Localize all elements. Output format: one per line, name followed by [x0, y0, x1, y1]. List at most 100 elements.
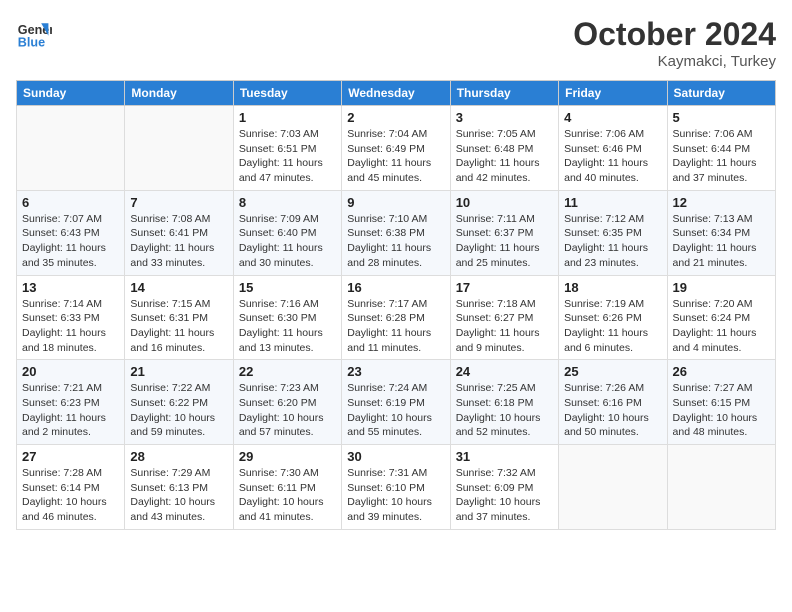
calendar-cell: 3 Sunrise: 7:05 AM Sunset: 6:48 PM Daylig…	[450, 106, 558, 191]
day-info: Sunrise: 7:08 AM Sunset: 6:41 PM Dayligh…	[130, 212, 227, 271]
calendar-cell: 21 Sunrise: 7:22 AM Sunset: 6:22 PM Dayli…	[125, 360, 233, 445]
calendar-cell: 25Sunrise: 7:26 AM Sunset: 6:16 PM Dayli…	[559, 360, 667, 445]
day-info: Sunrise: 7:19 AM Sunset: 6:26 PM Dayligh…	[564, 297, 661, 356]
calendar-week-row: 27 Sunrise: 7:28 AM Sunset: 6:14 PM Dayli…	[17, 445, 776, 530]
day-number: 20	[22, 364, 119, 379]
weekday-header-wednesday: Wednesday	[342, 81, 450, 106]
calendar-week-row: 20 Sunrise: 7:21 AM Sunset: 6:23 PM Dayli…	[17, 360, 776, 445]
calendar-cell: 27 Sunrise: 7:28 AM Sunset: 6:14 PM Dayli…	[17, 445, 125, 530]
day-info: Sunrise: 7:16 AM Sunset: 6:30 PM Dayligh…	[239, 297, 336, 356]
title-block: October 2024 Kaymakci, Turkey	[573, 16, 776, 70]
day-info: Sunrise: 7:07 AM Sunset: 6:43 PM Dayligh…	[22, 212, 119, 271]
day-info: Sunrise: 7:20 AM Sunset: 6:24 PM Dayligh…	[673, 297, 770, 356]
day-number: 23	[347, 364, 444, 379]
day-info: Sunrise: 7:27 AM Sunset: 6:15 PM Dayligh…	[673, 381, 770, 440]
calendar-cell: 4 Sunrise: 7:06 AM Sunset: 6:46 PM Daylig…	[559, 106, 667, 191]
calendar-cell: 29 Sunrise: 7:30 AM Sunset: 6:11 PM Dayli…	[233, 445, 341, 530]
day-info: Sunrise: 7:30 AM Sunset: 6:11 PM Dayligh…	[239, 466, 336, 525]
calendar-cell: 7 Sunrise: 7:08 AM Sunset: 6:41 PM Daylig…	[125, 190, 233, 275]
day-number: 2	[347, 110, 444, 125]
calendar-cell: 22 Sunrise: 7:23 AM Sunset: 6:20 PM Dayli…	[233, 360, 341, 445]
day-info: Sunrise: 7:17 AM Sunset: 6:28 PM Dayligh…	[347, 297, 444, 356]
calendar-cell: 15 Sunrise: 7:16 AM Sunset: 6:30 PM Dayli…	[233, 275, 341, 360]
calendar-cell: 1 Sunrise: 7:03 AM Sunset: 6:51 PM Daylig…	[233, 106, 341, 191]
weekday-header-row: SundayMondayTuesdayWednesdayThursdayFrid…	[17, 81, 776, 106]
day-info: Sunrise: 7:04 AM Sunset: 6:49 PM Dayligh…	[347, 127, 444, 186]
calendar-cell: 23 Sunrise: 7:24 AM Sunset: 6:19 PM Dayli…	[342, 360, 450, 445]
month-title: October 2024	[573, 16, 776, 53]
weekday-header-friday: Friday	[559, 81, 667, 106]
calendar-cell	[17, 106, 125, 191]
calendar-cell: 12 Sunrise: 7:13 AM Sunset: 6:34 PM Dayli…	[667, 190, 775, 275]
day-number: 9	[347, 195, 444, 210]
weekday-header-sunday: Sunday	[17, 81, 125, 106]
day-number: 6	[22, 195, 119, 210]
calendar-cell: 11Sunrise: 7:12 AM Sunset: 6:35 PM Dayli…	[559, 190, 667, 275]
calendar-cell: 26Sunrise: 7:27 AM Sunset: 6:15 PM Dayli…	[667, 360, 775, 445]
day-info: Sunrise: 7:32 AM Sunset: 6:09 PM Dayligh…	[456, 466, 553, 525]
day-info: Sunrise: 7:12 AM Sunset: 6:35 PM Dayligh…	[564, 212, 661, 271]
day-number: 1	[239, 110, 336, 125]
day-number: 27	[22, 449, 119, 464]
day-info: Sunrise: 7:06 AM Sunset: 6:46 PM Dayligh…	[564, 127, 661, 186]
weekday-header-thursday: Thursday	[450, 81, 558, 106]
weekday-header-monday: Monday	[125, 81, 233, 106]
day-info: Sunrise: 7:13 AM Sunset: 6:34 PM Dayligh…	[673, 212, 770, 271]
day-info: Sunrise: 7:21 AM Sunset: 6:23 PM Dayligh…	[22, 381, 119, 440]
day-number: 31	[456, 449, 553, 464]
calendar-cell: 13Sunrise: 7:14 AM Sunset: 6:33 PM Dayli…	[17, 275, 125, 360]
day-info: Sunrise: 7:18 AM Sunset: 6:27 PM Dayligh…	[456, 297, 553, 356]
logo-icon: General Blue	[16, 16, 52, 52]
day-info: Sunrise: 7:23 AM Sunset: 6:20 PM Dayligh…	[239, 381, 336, 440]
calendar-cell: 16 Sunrise: 7:17 AM Sunset: 6:28 PM Dayli…	[342, 275, 450, 360]
day-info: Sunrise: 7:28 AM Sunset: 6:14 PM Dayligh…	[22, 466, 119, 525]
day-number: 10	[456, 195, 553, 210]
day-info: Sunrise: 7:24 AM Sunset: 6:19 PM Dayligh…	[347, 381, 444, 440]
calendar-cell: 9 Sunrise: 7:10 AM Sunset: 6:38 PM Daylig…	[342, 190, 450, 275]
calendar-cell	[667, 445, 775, 530]
calendar-cell: 18 Sunrise: 7:19 AM Sunset: 6:26 PM Dayli…	[559, 275, 667, 360]
calendar-cell: 19Sunrise: 7:20 AM Sunset: 6:24 PM Dayli…	[667, 275, 775, 360]
calendar-cell: 2 Sunrise: 7:04 AM Sunset: 6:49 PM Daylig…	[342, 106, 450, 191]
day-number: 14	[130, 280, 227, 295]
day-number: 7	[130, 195, 227, 210]
day-info: Sunrise: 7:14 AM Sunset: 6:33 PM Dayligh…	[22, 297, 119, 356]
calendar-cell: 17Sunrise: 7:18 AM Sunset: 6:27 PM Dayli…	[450, 275, 558, 360]
calendar-cell: 10Sunrise: 7:11 AM Sunset: 6:37 PM Dayli…	[450, 190, 558, 275]
day-info: Sunrise: 7:05 AM Sunset: 6:48 PM Dayligh…	[456, 127, 553, 186]
calendar-cell: 5Sunrise: 7:06 AM Sunset: 6:44 PM Daylig…	[667, 106, 775, 191]
calendar-cell: 31 Sunrise: 7:32 AM Sunset: 6:09 PM Dayli…	[450, 445, 558, 530]
day-number: 16	[347, 280, 444, 295]
day-info: Sunrise: 7:10 AM Sunset: 6:38 PM Dayligh…	[347, 212, 444, 271]
calendar-cell	[125, 106, 233, 191]
logo: General Blue	[16, 16, 52, 52]
calendar-cell: 8Sunrise: 7:09 AM Sunset: 6:40 PM Daylig…	[233, 190, 341, 275]
day-number: 3	[456, 110, 553, 125]
day-number: 8	[239, 195, 336, 210]
day-number: 21	[130, 364, 227, 379]
calendar-week-row: 1 Sunrise: 7:03 AM Sunset: 6:51 PM Daylig…	[17, 106, 776, 191]
day-number: 4	[564, 110, 661, 125]
calendar-cell: 6 Sunrise: 7:07 AM Sunset: 6:43 PM Daylig…	[17, 190, 125, 275]
day-number: 15	[239, 280, 336, 295]
day-number: 22	[239, 364, 336, 379]
calendar-week-row: 6 Sunrise: 7:07 AM Sunset: 6:43 PM Daylig…	[17, 190, 776, 275]
calendar-week-row: 13Sunrise: 7:14 AM Sunset: 6:33 PM Dayli…	[17, 275, 776, 360]
calendar-cell: 24Sunrise: 7:25 AM Sunset: 6:18 PM Dayli…	[450, 360, 558, 445]
calendar-table: SundayMondayTuesdayWednesdayThursdayFrid…	[16, 80, 776, 530]
day-info: Sunrise: 7:29 AM Sunset: 6:13 PM Dayligh…	[130, 466, 227, 525]
calendar-cell: 28 Sunrise: 7:29 AM Sunset: 6:13 PM Dayli…	[125, 445, 233, 530]
day-info: Sunrise: 7:25 AM Sunset: 6:18 PM Dayligh…	[456, 381, 553, 440]
day-number: 12	[673, 195, 770, 210]
day-number: 29	[239, 449, 336, 464]
day-number: 30	[347, 449, 444, 464]
day-number: 5	[673, 110, 770, 125]
svg-text:Blue: Blue	[18, 36, 45, 50]
day-number: 18	[564, 280, 661, 295]
page-header: General Blue October 2024 Kaymakci, Turk…	[16, 16, 776, 70]
day-info: Sunrise: 7:03 AM Sunset: 6:51 PM Dayligh…	[239, 127, 336, 186]
day-number: 28	[130, 449, 227, 464]
day-info: Sunrise: 7:22 AM Sunset: 6:22 PM Dayligh…	[130, 381, 227, 440]
calendar-cell: 20 Sunrise: 7:21 AM Sunset: 6:23 PM Dayli…	[17, 360, 125, 445]
day-info: Sunrise: 7:26 AM Sunset: 6:16 PM Dayligh…	[564, 381, 661, 440]
